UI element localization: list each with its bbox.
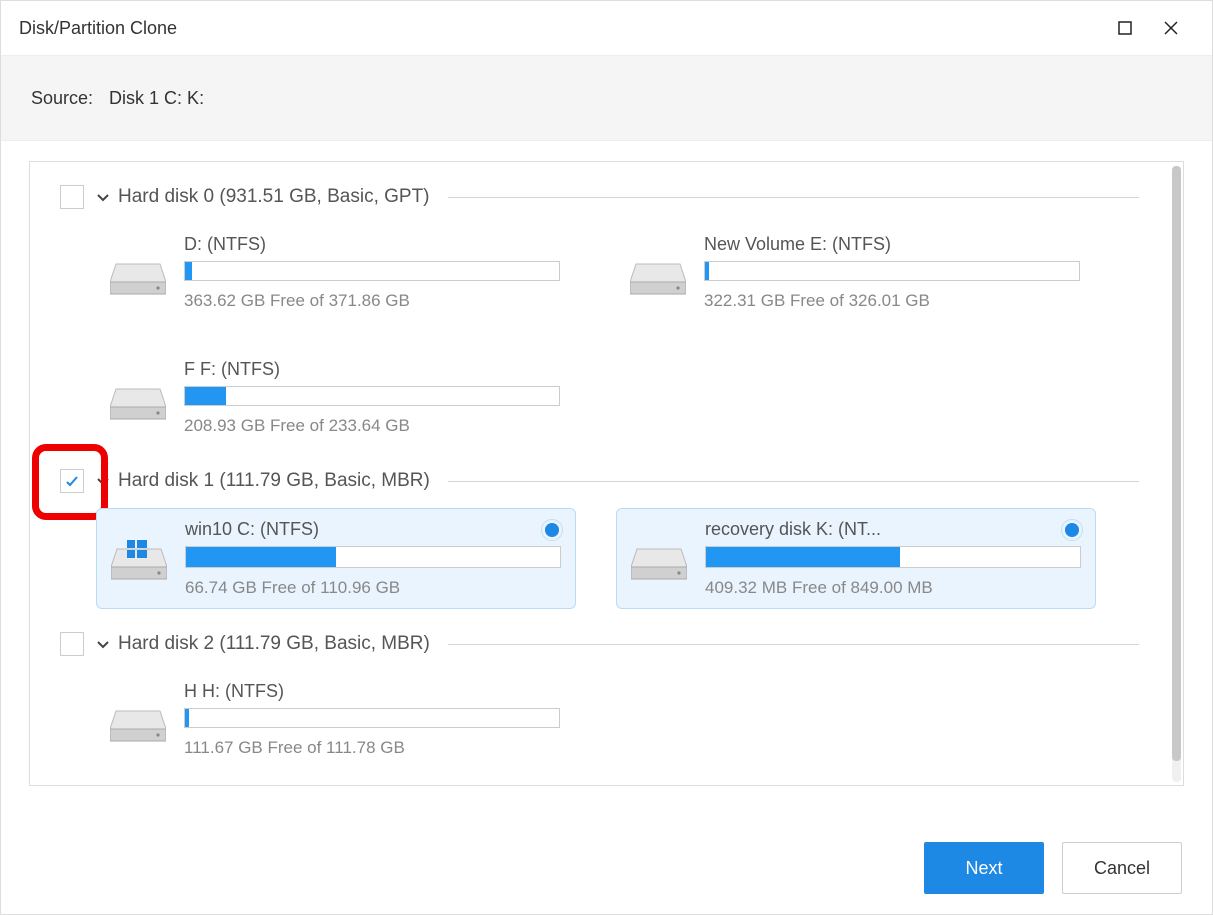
partition-name: F F: (NTFS) [184, 359, 484, 380]
disk-panel: Hard disk 0 (931.51 GB, Basic, GPT) D: (N… [29, 161, 1184, 786]
source-value: Disk 1 C: K: [109, 88, 204, 109]
disk-icon [110, 385, 166, 421]
partition-item[interactable]: win10 C: (NTFS) 66.74 GB Free of 110.96 G… [96, 508, 576, 609]
scrollbar[interactable] [1172, 166, 1181, 782]
disk-header: Hard disk 2 (111.79 GB, Basic, MBR) [60, 629, 1139, 659]
partition-item[interactable]: F F: (NTFS) 208.93 GB Free of 233.64 GB [96, 349, 576, 446]
partition-free: 208.93 GB Free of 233.64 GB [184, 416, 562, 436]
disk-label: Hard disk 1 (111.79 GB, Basic, MBR) [118, 470, 430, 492]
partition-item[interactable]: New Volume E: (NTFS) 322.31 GB Free of 32… [616, 224, 1096, 321]
disk-body: D: (NTFS) 363.62 GB Free of 371.86 GB New … [60, 224, 1139, 446]
partition-free: 409.32 MB Free of 849.00 MB [705, 578, 1081, 598]
usage-bar [184, 261, 560, 281]
expand-toggle[interactable] [94, 473, 112, 489]
usage-bar [704, 261, 1080, 281]
partition-icon [630, 252, 686, 308]
selected-indicator-icon [545, 523, 559, 537]
partition-icon [111, 537, 167, 593]
expand-toggle[interactable] [94, 636, 112, 652]
partition-free: 66.74 GB Free of 110.96 GB [185, 578, 561, 598]
disk-icon [631, 545, 687, 581]
maximize-icon [1118, 21, 1132, 35]
partition-icon [110, 377, 166, 433]
chevron-down-icon [95, 473, 111, 489]
partition-free: 363.62 GB Free of 371.86 GB [184, 291, 562, 311]
partition-name: D: (NTFS) [184, 234, 484, 255]
disk-checkbox[interactable] [60, 185, 84, 209]
disk-header: Hard disk 0 (931.51 GB, Basic, GPT) [60, 182, 1139, 212]
usage-bar [184, 708, 560, 728]
footer: Next Cancel [1, 822, 1212, 914]
disk-body: win10 C: (NTFS) 66.74 GB Free of 110.96 G… [60, 508, 1139, 609]
usage-bar [705, 546, 1081, 568]
partition-item[interactable]: D: (NTFS) 363.62 GB Free of 371.86 GB [96, 224, 576, 321]
close-button[interactable] [1148, 5, 1194, 51]
disk-label: Hard disk 0 (931.51 GB, Basic, GPT) [118, 186, 430, 208]
window-title: Disk/Partition Clone [19, 18, 177, 39]
selected-indicator-icon [1065, 523, 1079, 537]
partition-item[interactable]: H H: (NTFS) 111.67 GB Free of 111.78 GB [96, 671, 576, 768]
chevron-down-icon [95, 636, 111, 652]
partition-free: 322.31 GB Free of 326.01 GB [704, 291, 1082, 311]
expand-toggle[interactable] [94, 189, 112, 205]
disk-icon [110, 707, 166, 743]
chevron-down-icon [95, 189, 111, 205]
divider [448, 481, 1139, 482]
partition-icon [631, 537, 687, 593]
partition-icon [110, 699, 166, 755]
usage-bar [184, 386, 560, 406]
titlebar: Disk/Partition Clone [1, 1, 1212, 56]
partition-name: H H: (NTFS) [184, 681, 484, 702]
usage-fill [185, 387, 226, 405]
windows-icon [125, 537, 149, 561]
disk-body: H H: (NTFS) 111.67 GB Free of 111.78 GB [60, 671, 1139, 768]
close-icon [1164, 21, 1178, 35]
scroll-thumb[interactable] [1172, 166, 1181, 761]
source-label: Source: [31, 88, 93, 109]
disk-icon [110, 260, 166, 296]
disk-icon [630, 260, 686, 296]
disk-checkbox[interactable] [60, 632, 84, 656]
disk-header: Hard disk 1 (111.79 GB, Basic, MBR) [60, 466, 1139, 496]
maximize-button[interactable] [1102, 5, 1148, 51]
usage-fill [705, 262, 709, 280]
check-icon [64, 473, 80, 489]
usage-fill [186, 547, 336, 567]
partition-name: win10 C: (NTFS) [185, 519, 485, 540]
source-bar: Source: Disk 1 C: K: [1, 56, 1212, 141]
disk-label: Hard disk 2 (111.79 GB, Basic, MBR) [118, 633, 430, 655]
divider [448, 197, 1139, 198]
partition-icon [110, 252, 166, 308]
partition-free: 111.67 GB Free of 111.78 GB [184, 738, 562, 758]
partition-name: recovery disk K: (NT... [705, 519, 1005, 540]
usage-bar [185, 546, 561, 568]
usage-fill [185, 262, 192, 280]
next-button[interactable]: Next [924, 842, 1044, 894]
usage-fill [706, 547, 900, 567]
cancel-button[interactable]: Cancel [1062, 842, 1182, 894]
partition-item[interactable]: recovery disk K: (NT... 409.32 MB Free of… [616, 508, 1096, 609]
disk-checkbox[interactable] [60, 469, 84, 493]
partition-name: New Volume E: (NTFS) [704, 234, 1004, 255]
usage-fill [185, 709, 189, 727]
divider [448, 644, 1139, 645]
